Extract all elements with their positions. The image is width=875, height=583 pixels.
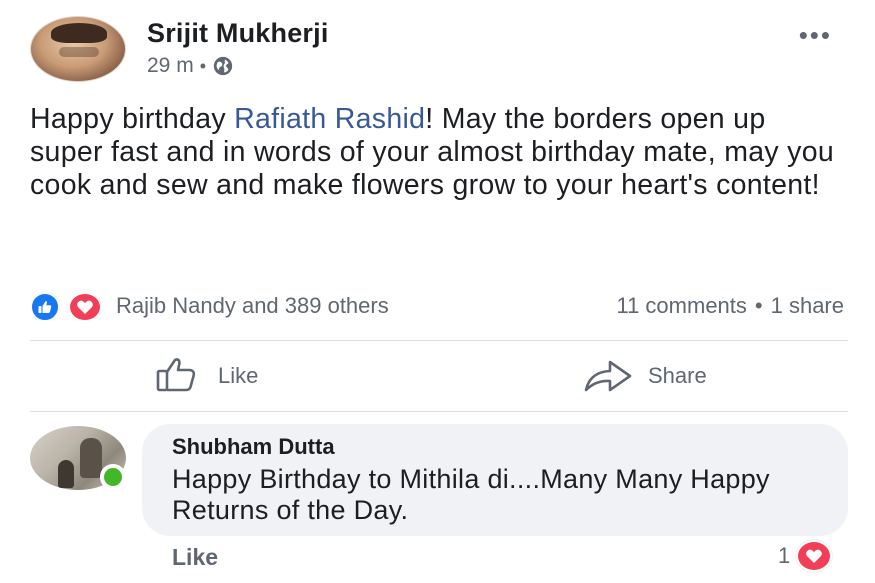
commenter-name[interactable]: Shubham Dutta [172, 434, 818, 460]
divider-bottom [30, 411, 848, 412]
mention-link[interactable]: Rafiath Rashid [234, 103, 425, 135]
share-label: Share [648, 363, 707, 388]
comment-text: Happy Birthday to Mithila di....Many Man… [172, 464, 770, 525]
comments-count[interactable]: 11 comments [616, 293, 746, 319]
comment: Shubham Dutta Happy Birthday to Mithila … [30, 424, 850, 539]
avatar-hair [51, 23, 107, 43]
reactions-bar: Rajib Nandy and 389 others 11 comments •… [30, 290, 850, 322]
reaction-icons[interactable] [30, 291, 108, 322]
share-arrow-icon [584, 360, 632, 392]
more-options-icon[interactable]: ••• [799, 22, 832, 48]
meta-separator: • [199, 55, 206, 76]
counts-separator: • [754, 293, 763, 318]
post-actions: Like Share [30, 343, 848, 409]
share-button[interactable]: Share [582, 343, 707, 409]
like-icon [30, 292, 60, 322]
shares-count[interactable]: 1 share [771, 293, 844, 319]
post-header: Srijit Mukherji 29 m • ••• [30, 14, 850, 84]
avatar-figure [80, 438, 102, 478]
avatar-shade [59, 47, 99, 57]
post-text: Happy birthday Rafiath Rashid! May the b… [30, 103, 840, 202]
divider-top [30, 340, 848, 341]
globe-icon[interactable] [212, 55, 234, 77]
comment-bubble: Shubham Dutta Happy Birthday to Mithila … [142, 424, 848, 536]
post-time[interactable]: 29 m [147, 54, 194, 78]
avatar-figure [58, 460, 74, 488]
comment-reaction-count: 1 [778, 543, 791, 568]
reacted-by-text[interactable]: Rajib Nandy and 389 others [116, 293, 389, 319]
post-text-start: Happy birthday [30, 103, 235, 135]
love-icon [796, 540, 833, 572]
thumbs-up-icon [156, 358, 196, 392]
online-status-dot [100, 464, 126, 490]
engagement-counts: 11 comments • 1 share [616, 293, 850, 319]
post-meta: 29 m • [147, 54, 234, 78]
like-button[interactable]: Like [156, 343, 258, 409]
love-icon [68, 292, 102, 322]
author-avatar[interactable] [30, 16, 126, 82]
comment-like-button[interactable]: Like [172, 544, 218, 571]
comment-reactions[interactable]: 1 [778, 540, 833, 572]
like-label: Like [218, 363, 259, 388]
author-name[interactable]: Srijit Mukherji [147, 18, 329, 49]
